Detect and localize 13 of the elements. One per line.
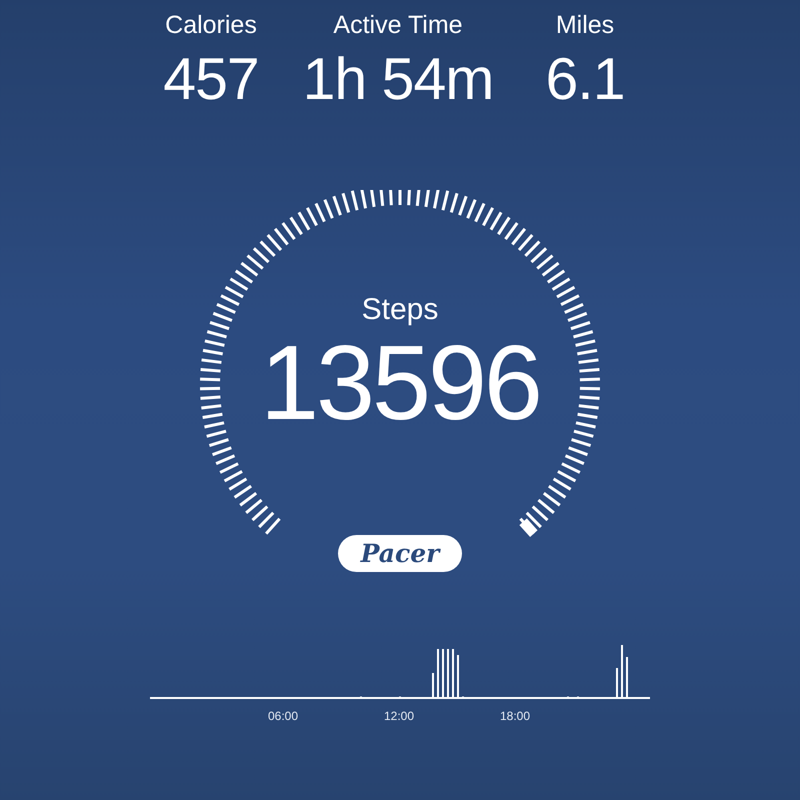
stat-label: Miles — [556, 10, 614, 40]
brand-logo: Pacer — [338, 535, 462, 572]
stat-value: 6.1 — [545, 46, 625, 112]
time-label: 12:00 — [382, 709, 416, 723]
stat-label: Calories — [165, 10, 257, 40]
steps-label: Steps — [362, 292, 438, 328]
time-label: 06:00 — [266, 709, 300, 723]
time-label: 18:00 — [498, 709, 532, 723]
stat-value: 457 — [163, 46, 259, 112]
gauge-marker — [519, 518, 538, 537]
stat-value: 1h 54m — [302, 46, 494, 112]
steps-count: 13596 — [260, 328, 540, 438]
stat-label: Active Time — [333, 10, 463, 40]
